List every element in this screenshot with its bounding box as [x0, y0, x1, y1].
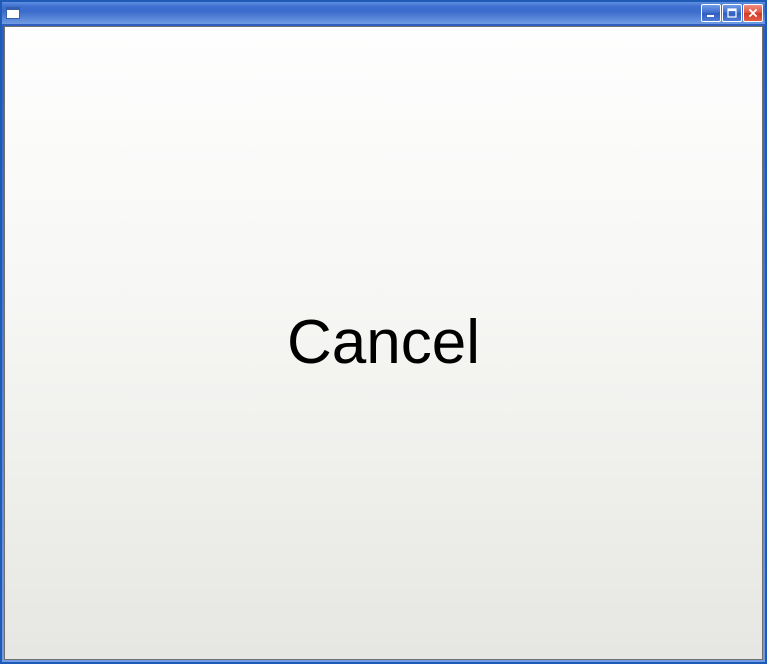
minimize-icon: [706, 8, 716, 18]
cancel-button-label: Cancel: [287, 312, 480, 374]
window-client-area: Cancel: [4, 26, 763, 660]
maximize-icon: [727, 8, 737, 18]
close-button[interactable]: [743, 4, 763, 22]
system-menu-icon[interactable]: [6, 7, 20, 19]
window-frame: Cancel: [0, 0, 767, 664]
maximize-button[interactable]: [722, 4, 742, 22]
titlebar[interactable]: [2, 2, 765, 24]
window-client-border: Cancel: [2, 24, 765, 662]
window-controls: [701, 4, 763, 22]
close-icon: [748, 8, 758, 18]
cancel-button[interactable]: Cancel: [4, 26, 763, 660]
minimize-button[interactable]: [701, 4, 721, 22]
